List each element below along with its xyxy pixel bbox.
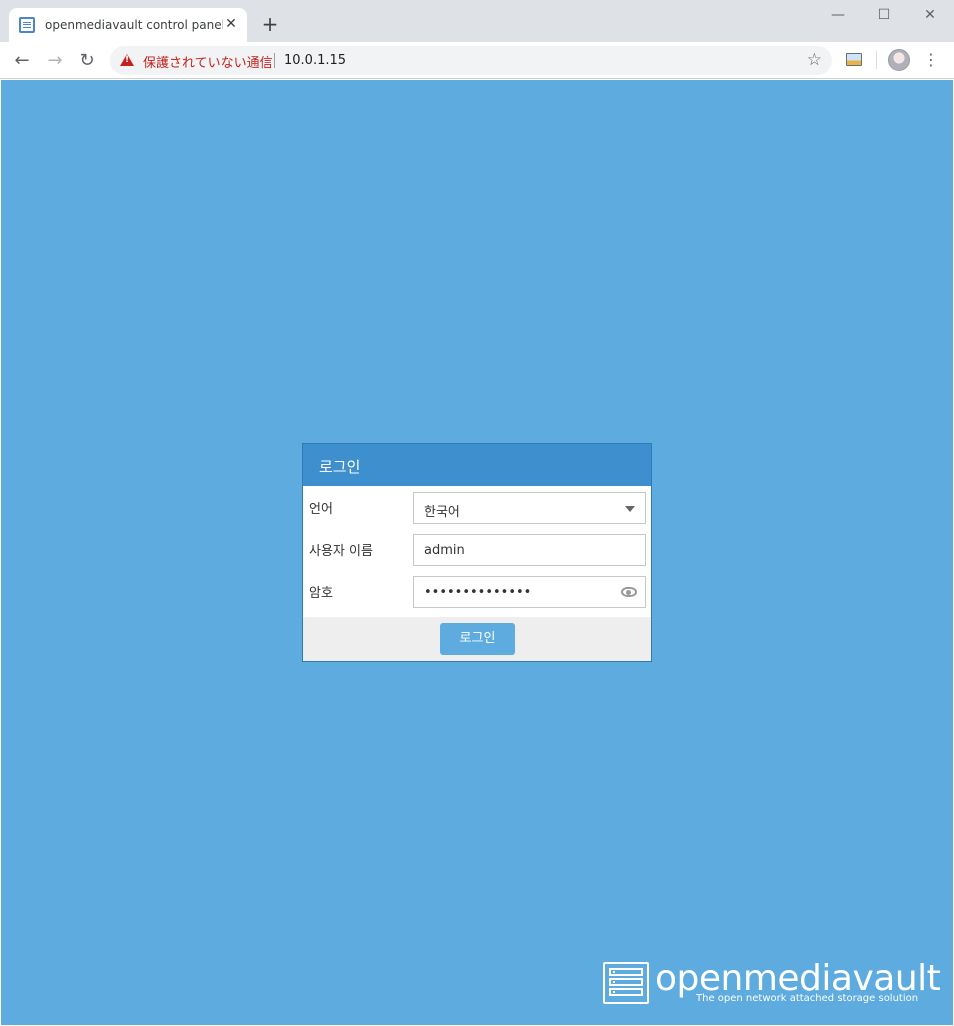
brand-logo: openmediavault The open network attached… <box>603 958 941 1007</box>
password-label: 암호 <box>309 586 333 601</box>
minimize-button[interactable]: — <box>828 6 848 24</box>
browser-toolbar: ← → ↻ 保護されていない通信 10.0.1.15 ☆ ⋮ <box>0 42 954 79</box>
password-field[interactable]: •••••••••••••• <box>413 576 646 608</box>
menu-icon[interactable]: ⋮ <box>922 49 940 71</box>
language-value: 한국어 <box>424 505 460 520</box>
new-tab-button[interactable]: + <box>260 14 280 34</box>
login-button[interactable]: 로그인 <box>440 623 515 655</box>
security-status[interactable]: 保護されていない通信 <box>143 52 273 71</box>
profile-avatar[interactable] <box>888 49 910 71</box>
warning-icon <box>120 54 134 66</box>
dialog-footer: 로그인 <box>303 617 651 661</box>
logo-icon <box>603 962 649 1004</box>
back-button[interactable]: ← <box>10 49 34 73</box>
dialog-title: 로그인 <box>303 444 651 486</box>
username-label: 사용자 이름 <box>309 544 373 559</box>
brand-tagline: The open network attached storage soluti… <box>696 993 919 1004</box>
language-select[interactable]: 한국어 <box>413 492 646 524</box>
tab-close-icon[interactable]: ✕ <box>223 16 239 32</box>
dropdown-caret-icon[interactable] <box>625 506 635 512</box>
page-viewport: 로그인 언어 한국어 사용자 이름 admin 암호 •••••••••••••… <box>1 80 953 1025</box>
tab-title: openmediavault control panel - n <box>45 18 223 32</box>
language-label: 언어 <box>309 502 333 517</box>
reload-button[interactable]: ↻ <box>75 49 99 73</box>
language-row: 언어 한국어 <box>303 492 651 524</box>
tab-favicon-icon <box>19 17 35 33</box>
password-row: 암호 •••••••••••••• <box>303 576 651 608</box>
forward-button[interactable]: → <box>43 49 67 73</box>
address-separator <box>274 53 275 68</box>
login-dialog: 로그인 언어 한국어 사용자 이름 admin 암호 •••••••••••••… <box>302 443 652 662</box>
username-field[interactable]: admin <box>413 534 646 566</box>
close-window-button[interactable]: ✕ <box>920 6 940 24</box>
browser-titlebar: openmediavault control panel - n ✕ + — ☐… <box>0 0 954 42</box>
bookmark-star-icon[interactable]: ☆ <box>807 50 822 70</box>
username-row: 사용자 이름 admin <box>303 534 651 566</box>
maximize-button[interactable]: ☐ <box>874 6 894 24</box>
eye-icon[interactable] <box>621 587 637 597</box>
username-value: admin <box>424 543 465 558</box>
browser-tab[interactable]: openmediavault control panel - n ✕ <box>9 8 247 42</box>
address-bar[interactable]: 保護されていない通信 10.0.1.15 ☆ <box>110 46 832 75</box>
url-text[interactable]: 10.0.1.15 <box>284 53 346 68</box>
toolbar-separator <box>876 51 877 69</box>
password-value: •••••••••••••• <box>424 585 532 600</box>
extension-icon[interactable] <box>846 53 862 66</box>
